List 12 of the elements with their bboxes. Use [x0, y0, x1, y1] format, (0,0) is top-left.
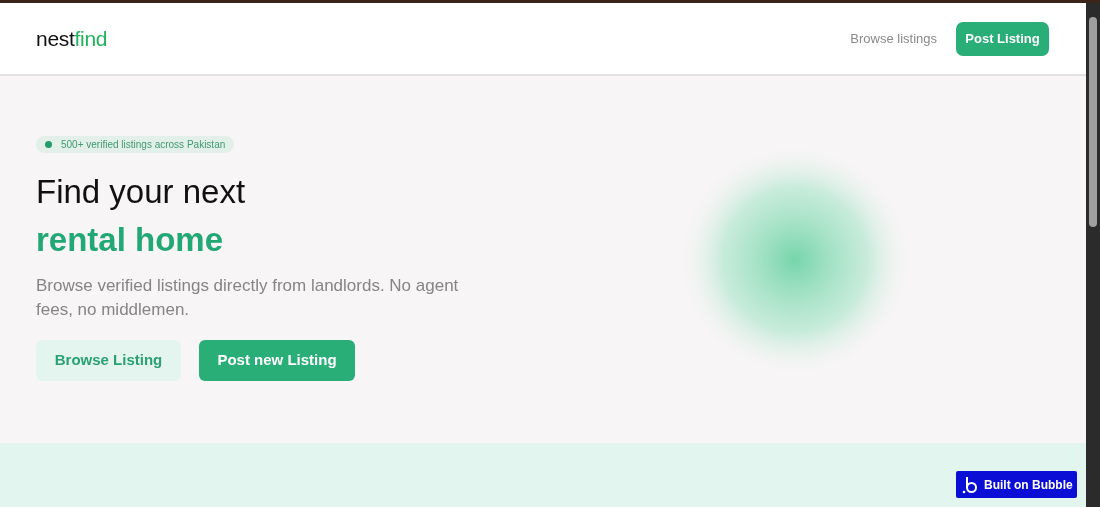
- built-on-bubble-badge[interactable]: Built on Bubble: [956, 471, 1077, 498]
- post-new-listing-button[interactable]: Post new Listing: [199, 340, 355, 381]
- badge-text: 500+ verified listings across Pakistan: [61, 138, 226, 152]
- hero-title: Find your next: [36, 172, 247, 212]
- scrollbar[interactable]: [1086, 3, 1100, 507]
- post-listing-button[interactable]: Post Listing: [956, 21, 1049, 56]
- hero-subtitle: Browse verified listings directly from landlords. No agent fees, no middlemen.: [36, 275, 460, 321]
- browse-listings-link[interactable]: Browse listings: [850, 28, 937, 49]
- hero-title-highlight: rental home: [36, 220, 225, 260]
- browse-listing-button[interactable]: Browse Listing: [36, 340, 181, 381]
- bubble-logo-icon: [962, 475, 978, 494]
- logo[interactable]: nestfind: [36, 22, 108, 55]
